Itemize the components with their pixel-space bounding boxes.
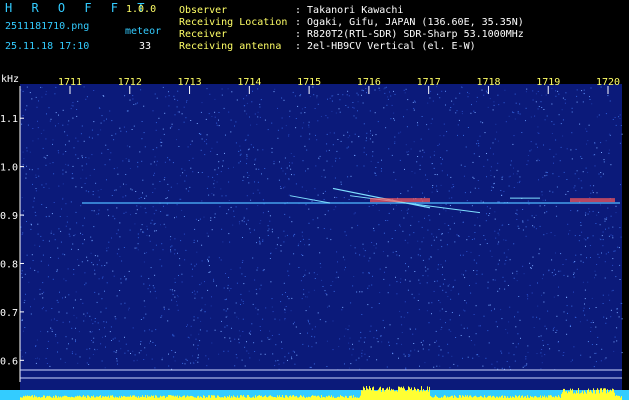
datetime: 25.11.18 17:10 [5, 41, 90, 52]
count-value: 33 [139, 41, 152, 52]
time-tick-label: 1712 [118, 77, 142, 88]
location-label: Receiving Location [179, 17, 288, 28]
header-panel: H R O F F T 1.0.0 2511181710.png 25.11.1… [0, 0, 629, 72]
time-tick-label: 1719 [536, 77, 560, 88]
time-tick-label: 1720 [596, 77, 620, 88]
y-axis-unit: kHz [1, 74, 19, 85]
y-tick-label: 0.8 [0, 259, 18, 270]
time-tick-label: 1717 [417, 77, 441, 88]
spectrogram-area: kHz 1.1 1.0 0.9 0.8 0.7 0.6 1711 1712 1713 1714 171… [0, 72, 629, 400]
time-tick-label: 1716 [357, 77, 381, 88]
time-tick-label: 1713 [178, 77, 202, 88]
y-tick-label: 1.0 [0, 163, 18, 174]
observer-value: : Takanori Kawachi [295, 5, 404, 16]
time-tick-label: 1718 [476, 77, 500, 88]
spectrogram-plot: kHz 1.1 1.0 0.9 0.8 0.7 0.6 1711 1712 1713 1714 171… [0, 74, 629, 400]
echo-hotspot [370, 198, 430, 203]
count-label: meteor [125, 26, 162, 37]
antenna-label: Receiving antenna [179, 41, 282, 52]
receiver-label: Receiver [179, 29, 228, 40]
spectrogram-background [20, 84, 622, 400]
location-value: : Ogaki, Gifu, JAPAN (136.60E, 35.35N) [295, 17, 524, 28]
antenna-value: : 2el-HB9CV Vertical (el. E-W) [295, 41, 476, 52]
time-tick-label: 1714 [237, 77, 261, 88]
filename: 2511181710.png [5, 21, 90, 32]
y-tick-label: 0.9 [0, 211, 18, 222]
app-version: 1.0.0 [126, 4, 157, 15]
y-tick-label: 1.1 [0, 114, 18, 125]
y-tick-label: 0.7 [0, 308, 18, 319]
time-tick-label: 1711 [58, 77, 82, 88]
y-tick-label: 0.6 [0, 356, 18, 367]
time-tick-label: 1715 [297, 77, 321, 88]
receiver-value: : R820T2(RTL-SDR) SDR-Sharp 53.1000MHz [295, 29, 524, 40]
echo-hotspot [570, 198, 615, 203]
observer-label: Observer [179, 5, 228, 16]
